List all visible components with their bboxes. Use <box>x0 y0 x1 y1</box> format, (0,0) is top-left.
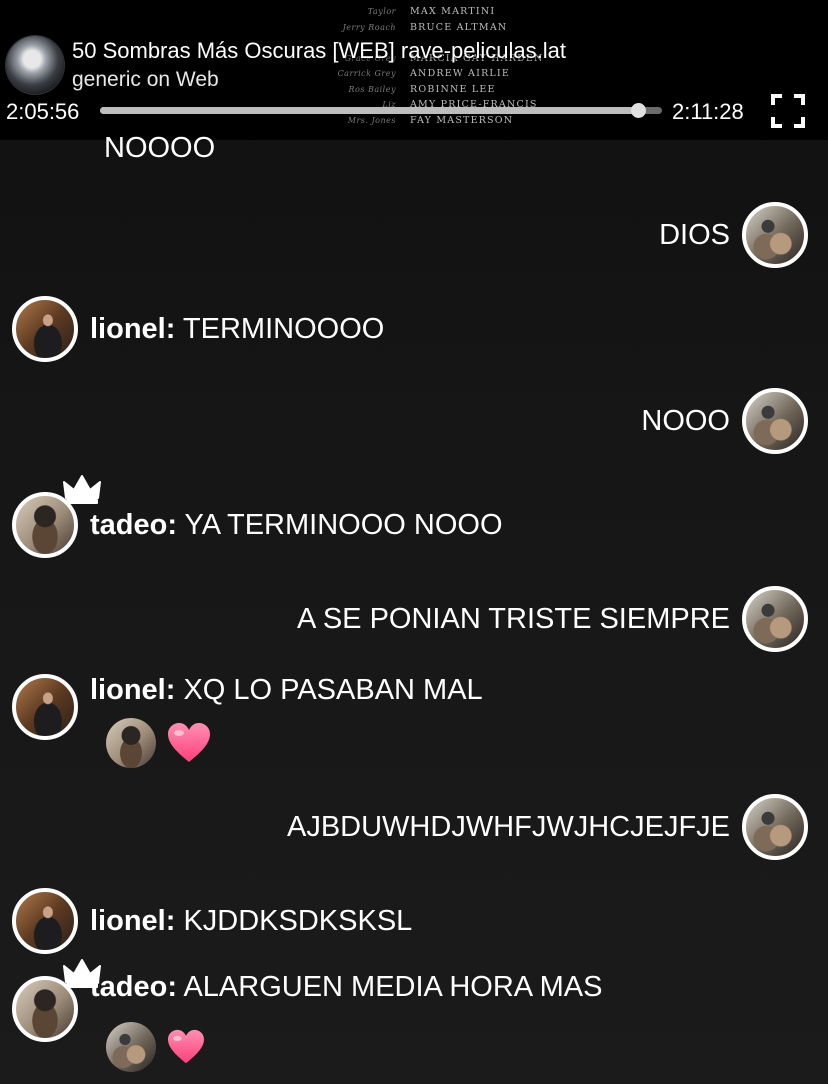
chat-message-body: tadeo: ALARGUEN MEDIA HORA MAS <box>90 971 602 1004</box>
video-title: 50 Sombras Más Oscuras [WEB] rave-pelicu… <box>72 38 566 63</box>
seek-bar[interactable] <box>100 103 662 118</box>
chat-username[interactable]: lionel: <box>90 905 175 937</box>
chat-message-text: ALARGUEN MEDIA HORA MAS <box>177 970 603 1003</box>
chat-message: lionel: TERMINOOOO <box>12 296 384 362</box>
credit-row: Jerry Roach BRUCE ALTMAN <box>300 20 620 36</box>
chat-message-body: lionel: TERMINOOOO <box>90 313 384 346</box>
chat-message-body: lionel: XQ LO PASABAN MAL <box>90 674 483 707</box>
chat-message-own: DIOS <box>659 202 808 268</box>
avatar[interactable] <box>12 888 78 954</box>
chat-message-text: XQ LO PASABAN MAL <box>175 673 483 706</box>
avatar[interactable] <box>742 586 808 652</box>
chat-message-body: tadeo: YA TERMINOOO NOOO <box>90 509 503 542</box>
credit-name: MAX MARTINI <box>410 6 496 18</box>
chat-message: lionel: XQ LO PASABAN MAL <box>12 674 483 740</box>
chat-message-text: NOOOO <box>104 132 216 164</box>
avatar[interactable] <box>12 674 78 740</box>
avatar[interactable] <box>12 296 78 362</box>
credit-name: ROBINNE LEE <box>410 83 496 95</box>
chat-message-text: DIOS <box>659 218 730 251</box>
avatar[interactable] <box>12 959 101 1042</box>
avatar[interactable] <box>12 475 101 558</box>
credit-name: BRUCE ALTMAN <box>410 21 508 33</box>
chat-message: tadeo: YA TERMINOOO NOOO <box>12 475 503 558</box>
chat-message-own: AJBDUWHDJWHFJWJHCJEJFJE <box>287 794 808 860</box>
chat-message-text: AJBDUWHDJWHFJWJHCJEJFJE <box>286 810 730 843</box>
avatar[interactable] <box>742 388 808 454</box>
credit-row: Mrs. Jones FAY MASTERSON <box>300 113 620 129</box>
credit-role: Carrick Grey <box>337 69 396 79</box>
credit-role: Taylor <box>367 7 396 17</box>
seek-bar-fill <box>100 107 639 114</box>
credit-role: Jerry Roach <box>342 22 396 32</box>
chat-message-text: A SE PONIAN TRISTE SIEMPRE <box>297 602 730 635</box>
credit-row: Taylor MAX MARTINI <box>300 4 620 20</box>
heart-icon <box>168 723 210 762</box>
avatar[interactable] <box>742 794 808 860</box>
seek-handle[interactable] <box>631 103 647 118</box>
chat-message: lionel: KJDDKSDKSKSL <box>12 888 412 954</box>
current-time: 2:05:56 <box>6 99 80 124</box>
duration-time: 2:11:28 <box>672 99 744 124</box>
avatar[interactable] <box>742 202 808 268</box>
reactor-avatar <box>106 1022 156 1072</box>
credit-row: Ros Bailey ROBINNE LEE <box>300 82 620 98</box>
chat-message-text: KJDDKSDKSKSL <box>175 904 413 937</box>
credit-name: FAY MASTERSON <box>410 114 514 126</box>
chat-username[interactable]: lionel: <box>90 674 175 706</box>
chat-feed[interactable]: NOOOO DIOS lionel: TERMINOOOO NOOO tadeo… <box>0 132 828 1084</box>
crown-icon <box>63 475 101 504</box>
video-subtitle: generic on Web <box>72 68 219 91</box>
chat-message-own: NOOO <box>641 388 808 454</box>
crown-icon <box>63 959 101 988</box>
credit-name: ANDREW AIRLIE <box>410 68 511 80</box>
chat-username[interactable]: tadeo: <box>90 971 177 1003</box>
chat-message-body: lionel: KJDDKSDKSKSL <box>90 905 412 938</box>
chat-username[interactable]: lionel: <box>90 313 175 345</box>
heart-icon <box>168 1029 204 1064</box>
chat-message-own: A SE PONIAN TRISTE SIEMPRE <box>297 586 808 652</box>
chat-message-text: TERMINOOOO <box>175 312 385 345</box>
fullscreen-icon[interactable] <box>770 93 806 129</box>
chat-message-text: YA TERMINOOO NOOO <box>177 508 503 541</box>
chat-message: tadeo: ALARGUEN MEDIA HORA MAS <box>12 959 602 1042</box>
credit-row: Carrick Grey ANDREW AIRLIE <box>300 66 620 82</box>
reactor-avatar <box>106 718 156 768</box>
chat-username[interactable]: tadeo: <box>90 509 177 541</box>
host-avatar[interactable] <box>6 36 64 94</box>
credit-role: Ros Bailey <box>348 84 396 94</box>
credit-role: Mrs. Jones <box>347 115 396 125</box>
chat-message-text: NOOO <box>641 404 730 437</box>
message-reactions[interactable] <box>106 718 212 768</box>
video-header: Taylor MAX MARTINI Jerry Roach BRUCE ALT… <box>0 0 828 140</box>
message-reactions[interactable] <box>106 1022 206 1072</box>
